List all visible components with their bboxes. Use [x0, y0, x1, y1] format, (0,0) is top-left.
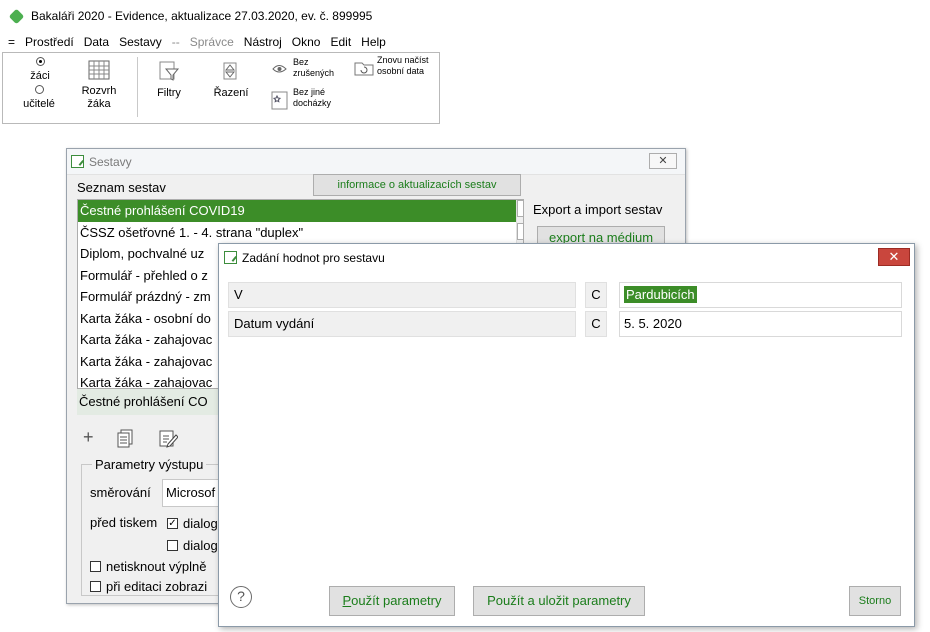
- bez-zrusenych-label-2: zrušených: [293, 68, 335, 78]
- seznam-sestav-label: Seznam sestav: [77, 180, 166, 195]
- copy-document-icon[interactable]: [116, 428, 136, 448]
- parametry-legend: Parametry výstupu: [92, 457, 207, 472]
- grid-calendar-icon: [88, 60, 110, 80]
- filtry-button[interactable]: Filtry: [149, 59, 189, 100]
- add-icon[interactable]: +: [83, 427, 94, 448]
- dialog2-label: dialog: [183, 538, 218, 553]
- edit-document-icon: [224, 251, 237, 264]
- pred-tiskem-label: před tiskem: [90, 515, 158, 530]
- list-item[interactable]: ČSSZ ošetřovné 1. - 4. strana "duplex": [78, 222, 523, 244]
- param-value-v-text[interactable]: Pardubicích: [624, 286, 697, 303]
- help-icon[interactable]: ?: [230, 586, 252, 608]
- menu-data[interactable]: Data: [79, 35, 114, 49]
- param-type-datum: C: [585, 311, 607, 337]
- bez-zrusenych-label-1: Bez: [293, 57, 309, 67]
- param-value-v-input[interactable]: Pardubicích: [619, 282, 902, 308]
- sort-icon: [223, 62, 237, 80]
- folder-refresh-icon: [354, 62, 374, 76]
- bez-jine-label-1: Bez jiné: [293, 87, 326, 97]
- scroll-up-icon[interactable]: ▲: [517, 200, 523, 217]
- app-title-bar: Bakaláři 2020 - Evidence, aktualizace 27…: [0, 0, 930, 32]
- sestavy-title: Sestavy: [89, 154, 132, 169]
- sestavy-close-button[interactable]: ✕: [649, 153, 677, 169]
- netisknout-checkbox[interactable]: [90, 561, 101, 572]
- app-logo-icon: [8, 8, 25, 24]
- znovu-label-2: osobní data: [377, 66, 425, 76]
- param-label-v: V: [228, 282, 576, 308]
- bez-jine-label-2: docházky: [293, 98, 332, 108]
- eye-document-icon: [272, 65, 287, 73]
- rozvrh-zaka-button[interactable]: Rozvrh žáka: [75, 59, 123, 111]
- toolbar-separator: [137, 57, 138, 117]
- menu-okno[interactable]: Okno: [287, 35, 326, 49]
- filtry-label: Filtry: [157, 87, 181, 99]
- menu-help[interactable]: Help: [356, 35, 391, 49]
- znovu-label-1: Znovu načíst: [377, 55, 429, 65]
- action-icons: +: [83, 427, 178, 448]
- radio-ucitele[interactable]: učitelé: [17, 85, 61, 111]
- zadani-hodnot-dialog: Zadání hodnot pro sestavu ✕ V C Pardubic…: [218, 243, 915, 627]
- stars-document-icon: [271, 91, 288, 110]
- smerovani-label: směrování: [90, 485, 151, 500]
- rozvrh-label-2: žáka: [87, 98, 111, 110]
- menu-separator: --: [171, 35, 180, 49]
- pri-editaci-checkbox[interactable]: [90, 581, 101, 592]
- menu-prostredi[interactable]: Prostředí: [20, 35, 79, 49]
- menu-spravce[interactable]: Správce: [185, 35, 239, 49]
- menu-system[interactable]: =: [0, 35, 20, 49]
- radio-ucitele-label: učitelé: [23, 98, 55, 110]
- radio-unselected-icon[interactable]: [34, 85, 44, 94]
- filter-icon: [159, 61, 180, 81]
- radio-zaci-label: žáci: [30, 70, 50, 82]
- export-import-label: Export a import sestav: [533, 202, 663, 217]
- pouzit-label: oužít parametry: [351, 593, 442, 608]
- pouzit-accelerator: P: [342, 593, 352, 608]
- dialog1-label: dialog: [183, 516, 218, 531]
- menu-edit[interactable]: Edit: [325, 35, 356, 49]
- storno-button[interactable]: Storno: [849, 586, 901, 616]
- zadani-title: Zadání hodnot pro sestavu: [242, 250, 385, 265]
- razeni-button[interactable]: Řazení: [209, 59, 253, 100]
- dialog1-checkbox[interactable]: ✓: [167, 518, 178, 529]
- menu-bar: = Prostředí Data Sestavy -- Správce Nást…: [0, 32, 930, 52]
- pri-editaci-label: při editaci zobrazi: [106, 579, 208, 594]
- sestavy-title-bar: Sestavy ✕: [67, 149, 685, 175]
- menu-nastroj[interactable]: Nástroj: [239, 35, 287, 49]
- pouzit-ulozit-button[interactable]: Použít a uložit parametry: [473, 586, 645, 616]
- app-title: Bakaláři 2020 - Evidence, aktualizace 27…: [31, 9, 373, 23]
- dialog2-checkbox[interactable]: [167, 540, 178, 551]
- edit-document-icon[interactable]: [158, 428, 178, 448]
- info-aktualizace-button[interactable]: informace o aktualizacích sestav: [313, 174, 521, 196]
- radio-selected-icon[interactable]: [35, 57, 45, 66]
- edit-document-icon: [71, 155, 84, 168]
- param-value-datum-input[interactable]: 5. 5. 2020: [619, 311, 902, 337]
- param-type-v: C: [585, 282, 607, 308]
- netisknout-label: netisknout výplně: [106, 559, 207, 574]
- zadani-title-bar: Zadání hodnot pro sestavu ✕: [219, 244, 914, 271]
- razeni-label: Řazení: [213, 87, 249, 99]
- scroll-thumb[interactable]: [517, 223, 523, 240]
- menu-sestavy[interactable]: Sestavy: [114, 35, 167, 49]
- zadani-close-button[interactable]: ✕: [878, 248, 910, 266]
- rozvrh-label-1: Rozvrh: [81, 85, 117, 97]
- radio-zaci[interactable]: žáci: [25, 57, 55, 83]
- list-item-selected[interactable]: Čestné prohlášení COVID19: [78, 200, 523, 222]
- pouzit-parametry-button[interactable]: Použít parametry: [329, 586, 455, 616]
- toolbar: žáci učitelé Rozvrh žáka Filtry Řazení B…: [2, 52, 440, 124]
- param-label-datum: Datum vydání: [228, 311, 576, 337]
